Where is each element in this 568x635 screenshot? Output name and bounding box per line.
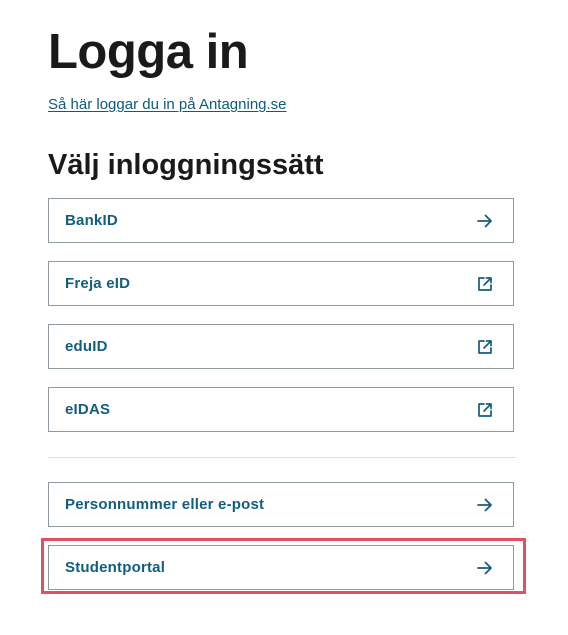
studentportal-button[interactable]: Studentportal [48,545,514,590]
page-title: Logga in [48,25,249,79]
arrow-right-icon [476,212,494,230]
freja-eid-button[interactable]: Freja eID [48,261,514,306]
personnummer-button[interactable]: Personnummer eller e-post [48,482,514,527]
option-label: Studentportal [65,559,166,576]
option-label: Personnummer eller e-post [65,496,265,513]
option-label: eIDAS [65,401,111,418]
external-link-icon [476,401,494,419]
external-link-icon [476,275,494,293]
arrow-right-icon [476,559,494,577]
eidas-button[interactable]: eIDAS [48,387,514,432]
divider [48,457,516,458]
external-link-icon [476,338,494,356]
bankid-button[interactable]: BankID [48,198,514,243]
option-label: eduID [65,338,108,355]
help-link[interactable]: Så här loggar du in på Antagning.se [48,95,287,115]
option-label: Freja eID [65,275,131,292]
section-title: Välj inloggningssätt [48,149,324,181]
option-label: BankID [65,212,118,229]
arrow-right-icon [476,496,494,514]
eduid-button[interactable]: eduID [48,324,514,369]
